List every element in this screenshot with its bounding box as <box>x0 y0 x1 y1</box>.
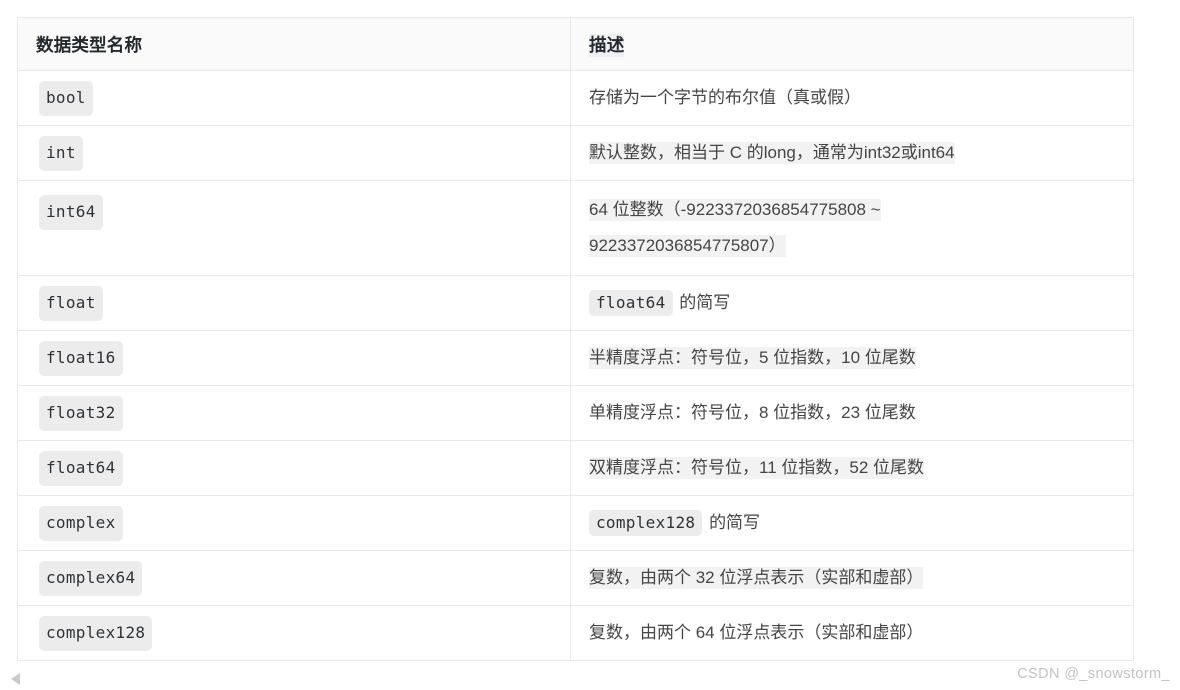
data-types-table-container: 数据类型名称 描述 bool 存储为一个字节的布尔值（真或假） int 默认整数，相当… <box>17 17 1134 661</box>
type-name-cell: int64 <box>17 180 571 276</box>
column-header-description-label: 描述 <box>589 33 625 57</box>
table-row: complex64 复数，由两个 32 位浮点表示（实部和虚部） <box>17 550 1134 606</box>
type-name-cell: int <box>17 125 571 181</box>
table-row: float32 单精度浮点：符号位，8 位指数，23 位尾数 <box>17 385 1134 441</box>
column-header-description: 描述 <box>570 17 1134 71</box>
description-text: 半精度浮点：符号位，5 位指数，10 位尾数 <box>589 347 916 370</box>
description-text: 存储为一个字节的布尔值（真或假） <box>589 88 861 108</box>
column-header-name-label: 数据类型名称 <box>36 34 143 55</box>
page-root: 数据类型名称 描述 bool 存储为一个字节的布尔值（真或假） int 默认整数，相当… <box>0 0 1180 690</box>
type-name-code-chip: int64 <box>39 195 103 230</box>
type-description-cell: 64 位整数（-9223372036854775808 ~ 92233720368… <box>570 180 1134 276</box>
type-name-cell: float32 <box>17 385 571 441</box>
description-text: 双精度浮点：符号位，11 位指数，52 位尾数 <box>589 457 925 480</box>
table-row: complex complex128 的简写 <box>17 495 1134 551</box>
description-text: 单精度浮点：符号位，8 位指数，23 位尾数 <box>589 403 916 423</box>
type-description-cell: 半精度浮点：符号位，5 位指数，10 位尾数 <box>570 330 1134 386</box>
table-row: float64 双精度浮点：符号位，11 位指数，52 位尾数 <box>17 440 1134 496</box>
type-description-cell: 默认整数，相当于 C 的long，通常为int32或int64 <box>570 125 1134 181</box>
table-row: int64 64 位整数（-9223372036854775808 ~ 922337… <box>17 180 1134 276</box>
table-row: float16 半精度浮点：符号位，5 位指数，10 位尾数 <box>17 330 1134 386</box>
description-text: 默认整数，相当于 C 的long，通常为int32或int64 <box>589 142 955 165</box>
type-name-code-chip: bool <box>39 80 93 116</box>
type-description-cell: 单精度浮点：符号位，8 位指数，23 位尾数 <box>570 385 1134 441</box>
type-description-cell: float64 的简写 <box>570 275 1134 331</box>
description-code-chip: complex128 <box>589 510 703 537</box>
type-description-cell: complex128 的简写 <box>570 495 1134 551</box>
type-description-cell: 复数，由两个 32 位浮点表示（实部和虚部） <box>570 550 1134 606</box>
type-description-cell: 双精度浮点：符号位，11 位指数，52 位尾数 <box>570 440 1134 496</box>
description-text: 复数，由两个 64 位浮点表示（实部和虚部） <box>589 623 924 643</box>
type-name-code-chip: complex <box>39 505 123 541</box>
description-line: 64 位整数（-9223372036854775808 ~ <box>589 195 1115 225</box>
description-text: 9223372036854775807） <box>589 234 786 257</box>
type-name-code-chip: float64 <box>39 450 123 486</box>
type-name-cell: complex <box>17 495 571 551</box>
type-name-cell: complex64 <box>17 550 571 606</box>
type-description-cell: 存储为一个字节的布尔值（真或假） <box>570 70 1134 126</box>
type-name-cell: float64 <box>17 440 571 496</box>
type-name-cell: float16 <box>17 330 571 386</box>
type-description-cell: 复数，由两个 64 位浮点表示（实部和虚部） <box>570 605 1134 661</box>
description-text: 64 位整数（-9223372036854775808 ~ <box>589 199 881 221</box>
data-types-table: 数据类型名称 描述 bool 存储为一个字节的布尔值（真或假） int 默认整数，相当… <box>17 17 1134 661</box>
description-text: 的简写 <box>709 513 761 533</box>
type-name-code-chip: int <box>39 135 83 171</box>
type-name-code-chip: float <box>39 285 103 321</box>
table-header: 数据类型名称 描述 <box>17 17 1134 71</box>
table-header-row: 数据类型名称 描述 <box>17 17 1134 71</box>
description-text: 的简写 <box>679 293 731 313</box>
table-row: complex128 复数，由两个 64 位浮点表示（实部和虚部） <box>17 605 1134 661</box>
scroll-left-arrow-icon[interactable] <box>11 673 20 685</box>
type-name-code-chip: complex64 <box>39 560 143 596</box>
horizontal-scrollbar[interactable] <box>0 668 1180 690</box>
column-header-name: 数据类型名称 <box>17 17 571 71</box>
description-line: 9223372036854775807） <box>589 231 1115 261</box>
table-row: bool 存储为一个字节的布尔值（真或假） <box>17 70 1134 126</box>
type-name-cell: complex128 <box>17 605 571 661</box>
watermark-text: CSDN @_snowstorm_ <box>1017 666 1170 682</box>
table-row: float float64 的简写 <box>17 275 1134 331</box>
type-name-code-chip: complex128 <box>39 615 153 651</box>
table-body: bool 存储为一个字节的布尔值（真或假） int 默认整数，相当于 C 的long，… <box>17 70 1134 661</box>
table-row: int 默认整数，相当于 C 的long，通常为int32或int64 <box>17 125 1134 181</box>
description-text: 复数，由两个 32 位浮点表示（实部和虚部） <box>589 567 924 590</box>
type-name-code-chip: float32 <box>39 395 123 431</box>
type-name-code-chip: float16 <box>39 340 123 376</box>
type-name-cell: float <box>17 275 571 331</box>
description-code-chip: float64 <box>589 290 673 317</box>
type-name-cell: bool <box>17 70 571 126</box>
